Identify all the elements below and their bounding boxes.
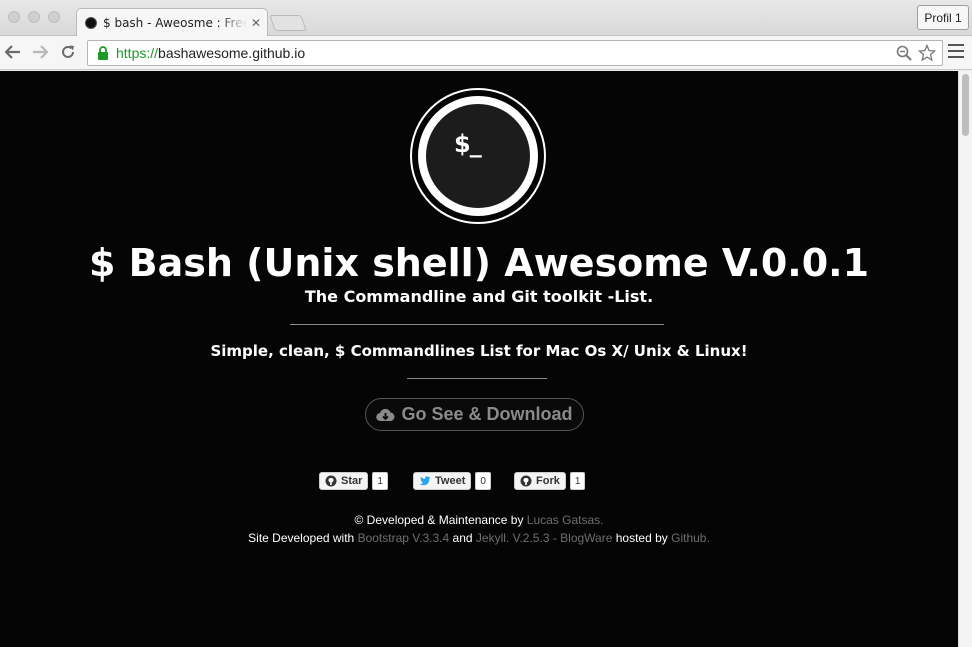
arrow-right-icon [33, 45, 48, 59]
reload-button[interactable] [57, 41, 79, 63]
page-subtitle: The Commandline and Git toolkit -List. [304, 287, 654, 306]
github-star-widget: Star 1 [319, 472, 388, 490]
reload-icon [62, 45, 74, 58]
github-fork-widget: Fork 1 [514, 472, 586, 490]
download-button[interactable]: Go See & Download [365, 398, 584, 431]
tab-close-icon[interactable]: ✕ [251, 16, 261, 30]
window-zoom-control[interactable] [48, 11, 60, 23]
cloud-download-icon [376, 408, 395, 421]
back-button[interactable] [2, 41, 24, 63]
lock-icon [98, 46, 108, 60]
url-host: bashawesome.github.io [158, 45, 306, 61]
url-scheme: https:// [116, 45, 159, 61]
footer-developed-text: © Developed & Maintenance by [354, 513, 527, 527]
zoom-icon[interactable] [896, 45, 912, 61]
browser-tab-active[interactable]: $ bash - Aweosme : Free C ✕ [76, 8, 268, 37]
new-tab-button[interactable] [269, 15, 307, 31]
github-fork-label: Fork [536, 475, 560, 487]
browser-menu-button[interactable] [948, 44, 964, 62]
tweet-label: Tweet [435, 475, 466, 487]
github-star-label: Star [341, 475, 363, 487]
page-viewport: $_ $ Bash (Unix shell) Awesome V.0.0.1 T… [0, 71, 958, 647]
window-minimize-control[interactable] [28, 11, 40, 23]
bootstrap-link[interactable]: Bootstrap V.3.3.4 [358, 531, 450, 545]
tab-title: $ bash - Aweosme : Free C [103, 16, 247, 30]
download-button-label: Go See & Download [401, 404, 573, 424]
github-star-button[interactable]: Star [319, 472, 369, 490]
bookmark-star-icon[interactable] [918, 44, 936, 62]
footer-credits: © Developed & Maintenance by Lucas Gatsa… [0, 513, 958, 527]
footer-tech: Site Developed with Bootstrap V.3.3.4 an… [0, 531, 958, 545]
page-scrollbar[interactable] [958, 71, 972, 647]
divider-bottom [407, 378, 547, 379]
github-link[interactable]: Github. [671, 531, 710, 545]
footer-and-text: and [449, 531, 476, 545]
forward-button[interactable] [29, 41, 51, 63]
github-fork-button[interactable]: Fork [514, 472, 566, 490]
window-close-control[interactable] [8, 11, 20, 23]
github-fork-count[interactable]: 1 [569, 472, 586, 490]
github-star-count[interactable]: 1 [372, 472, 388, 490]
browser-toolbar: https://bashawesome.github.io [0, 36, 972, 70]
divider-top [290, 324, 664, 325]
jekyll-link[interactable]: Jekyll. V.2.5.3 - BlogWare [476, 531, 613, 545]
tweet-count[interactable]: 0 [475, 472, 491, 490]
address-bar[interactable]: https://bashawesome.github.io [87, 40, 943, 66]
arrow-left-icon [5, 45, 20, 59]
footer-hosted-text: hosted by [612, 531, 672, 545]
logo-prompt-text: $_ [454, 130, 482, 158]
tweet-button[interactable]: Tweet [413, 472, 472, 490]
site-logo: $_ [410, 88, 546, 224]
page-title: $ Bash (Unix shell) Awesome V.0.0.1 [88, 241, 870, 285]
logo-terminal-circle: $_ [418, 96, 538, 216]
github-icon [520, 475, 532, 487]
tab-favicon-icon [85, 17, 97, 29]
github-icon [325, 475, 337, 487]
tweet-widget: Tweet 0 [413, 472, 491, 490]
footer-site-developed-text: Site Developed with [248, 531, 358, 545]
profile-button[interactable]: Profil 1 [917, 5, 969, 30]
twitter-bird-icon [419, 476, 431, 486]
author-link[interactable]: Lucas Gatsas. [527, 513, 604, 527]
browser-titlebar: $ bash - Aweosme : Free C ✕ Profil 1 [0, 0, 972, 37]
scrollbar-thumb[interactable] [962, 74, 969, 136]
page-tagline: Simple, clean, $ Commandlines List for M… [210, 342, 748, 360]
